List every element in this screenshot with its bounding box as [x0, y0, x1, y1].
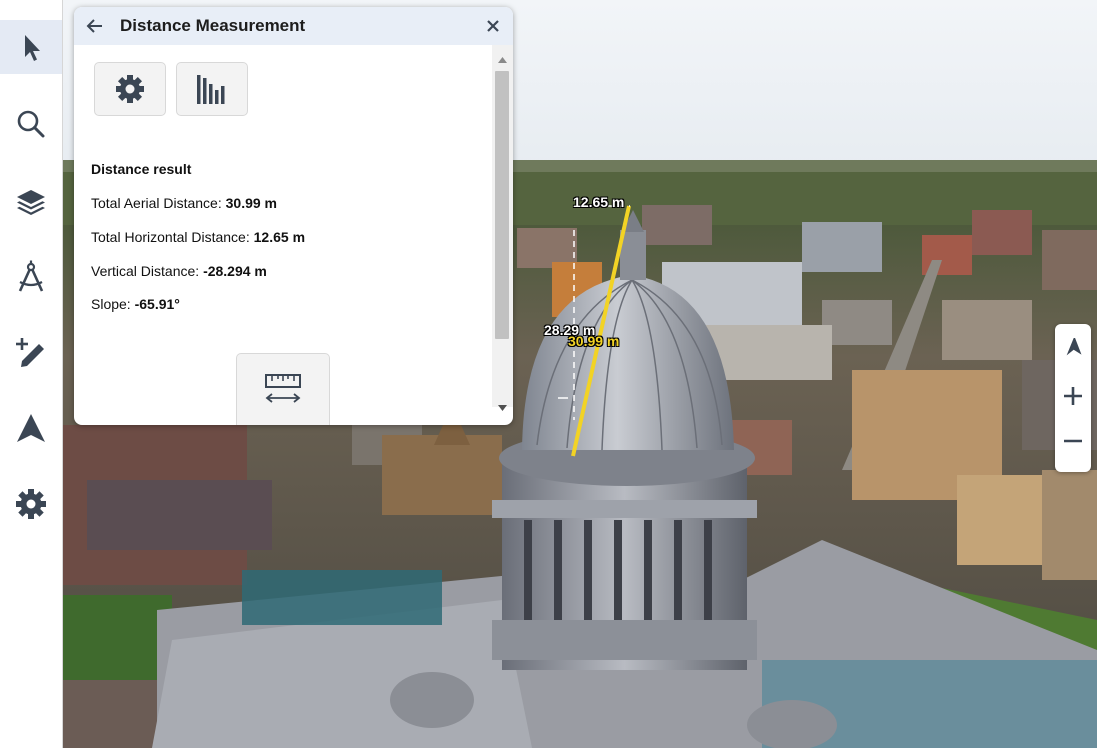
vertical-distance-value: -28.294 m: [203, 263, 267, 279]
panel-header: Distance Measurement: [74, 7, 513, 45]
panel-body: Distance result Total Aerial Distance: 3…: [74, 45, 492, 425]
navigation-arrow-icon: [17, 414, 45, 442]
search-tool-button[interactable]: [0, 97, 62, 151]
panel-scrollbar[interactable]: [492, 45, 513, 411]
compass-button[interactable]: [1055, 328, 1091, 370]
zoom-out-button[interactable]: [1055, 420, 1091, 462]
scroll-down-button[interactable]: [492, 399, 513, 417]
layers-icon: [17, 190, 45, 215]
sketch-tool-button[interactable]: [0, 325, 62, 379]
left-toolbar: [0, 0, 63, 748]
back-button[interactable]: [84, 15, 106, 37]
gear-icon: [116, 75, 144, 103]
search-icon: [17, 110, 45, 138]
slope-row: Slope: -65.91°: [91, 296, 180, 312]
settings-tool-button[interactable]: [0, 477, 62, 531]
select-tool-button[interactable]: [0, 20, 62, 74]
triangle-up-icon: [498, 57, 507, 63]
minus-icon: [1064, 439, 1082, 443]
measure-tool-button[interactable]: [0, 250, 62, 304]
result-title: Distance result: [91, 161, 192, 177]
panel-title: Distance Measurement: [120, 16, 306, 35]
aerial-distance-value: 30.99 m: [225, 195, 277, 211]
close-icon: [487, 20, 499, 32]
bar-chart-icon: [197, 75, 225, 104]
distance-measurement-panel: Distance Measurement Distance result Tot…: [74, 7, 513, 425]
close-button[interactable]: [483, 16, 503, 36]
zoom-in-button[interactable]: [1055, 375, 1091, 417]
horizontal-distance-label: 12.65 m: [573, 194, 625, 210]
horizontal-distance-label: Total Horizontal Distance:: [91, 229, 254, 245]
elevation-chart-button[interactable]: [176, 62, 248, 116]
slope-label: Slope:: [91, 296, 135, 312]
gear-icon: [16, 489, 46, 519]
triangle-down-icon: [498, 405, 507, 411]
horizontal-distance-value: 12.65 m: [253, 229, 306, 245]
ruler-icon: [265, 374, 301, 403]
scroll-thumb[interactable]: [495, 71, 509, 339]
slope-value: -65.91°: [134, 296, 180, 312]
layers-tool-button[interactable]: [0, 174, 62, 228]
cursor-arrow-icon: [25, 35, 40, 61]
compass-icon: [18, 260, 44, 292]
aerial-distance-label: 30.99 m: [568, 333, 620, 349]
aerial-distance-label: Total Aerial Distance:: [91, 195, 226, 211]
horizontal-distance-row: Total Horizontal Distance: 12.65 m: [91, 229, 305, 245]
new-measurement-button[interactable]: [236, 353, 330, 425]
aerial-distance-row: Total Aerial Distance: 30.99 m: [91, 195, 277, 211]
compass-north-icon: [1066, 338, 1082, 356]
vertical-distance-row: Vertical Distance: -28.294 m: [91, 263, 267, 279]
arrow-left-icon: [86, 19, 102, 33]
plus-icon: [1064, 387, 1082, 405]
add-edit-icon: [16, 338, 44, 367]
measurement-settings-button[interactable]: [94, 62, 166, 116]
map-navigation-controls: [1055, 324, 1091, 472]
navigate-tool-button[interactable]: [0, 401, 62, 455]
vertical-distance-label: Vertical Distance:: [91, 263, 204, 279]
scroll-up-button[interactable]: [492, 51, 513, 69]
